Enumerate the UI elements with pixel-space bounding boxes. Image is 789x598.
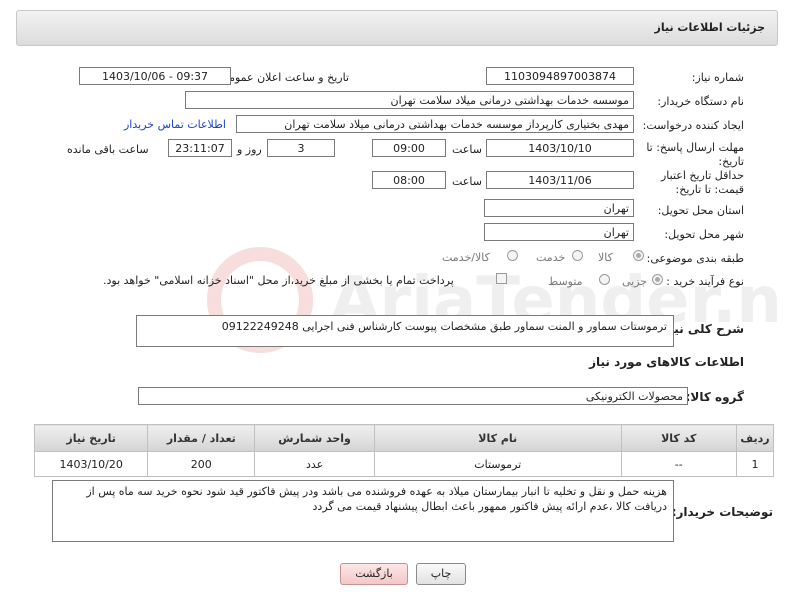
cell-row: 1 [735,451,775,477]
cell-qty: 200 [147,451,256,477]
need-details-page: جزئیات اطلاعات نیاز AriaTender.net شماره… [0,0,789,598]
province-label: استان محل تحویل: [657,204,744,217]
remaining-label: ساعت باقی مانده [67,143,149,156]
price-time-field: 08:00 [372,171,446,189]
process-radio-minor[interactable] [652,274,663,285]
price-date-field: 1403/11/06 [486,171,634,189]
reply-time-label: ساعت [452,143,482,156]
buyer-contact-link[interactable]: اطلاعات تماس خریدار [124,118,226,131]
goods-info-title: اطلاعات کالاهای مورد نیاز [589,355,744,369]
treasury-payment-note: پرداخت تمام یا بخشی از مبلغ خرید،از محل … [103,274,454,287]
price-validity-label: حداقل تاریخ اعتبار قیمت: تا تاریخ: [660,169,744,196]
days-field: 3 [267,139,335,157]
process-label: نوع فرآیند خرید : [666,275,744,288]
reply-date-field: 1403/10/10 [486,139,634,157]
col-row: ردیف [735,424,775,452]
buyer-notes-field: هزینه حمل و نقل و تخلیه تا انبار بیمارست… [52,480,674,542]
days-label: روز و [237,143,262,156]
goods-table: ردیف کد کالا نام کالا واحد شمارش تعداد /… [33,424,775,477]
need-number-field: 1103094897003874 [486,67,634,85]
print-button[interactable]: چاپ [416,563,466,585]
buyer-org-field: موسسه خدمات بهداشتی درمانی میلاد سلامت ت… [185,91,634,109]
cell-unit: عدد [254,451,375,477]
process-radio-medium[interactable] [599,274,610,285]
col-code: کد کالا [620,424,737,452]
page-title: جزئیات اطلاعات نیاز [654,21,766,34]
col-name: نام کالا [373,424,622,452]
category-option-goods: کالا [598,251,613,264]
city-field: تهران [484,223,634,241]
cell-name: ترموستات [373,451,622,477]
category-radio-goods-service[interactable] [507,250,518,261]
category-radio-goods[interactable] [633,250,644,261]
goods-group-label: گروه کالا: [685,390,744,404]
announce-label: تاریخ و ساعت اعلان عمومی: [216,71,349,84]
description-field: ترموستات سماور و المنت سماور طبق مشخصات … [136,315,674,347]
goods-table-header: ردیف کد کالا نام کالا واحد شمارش تعداد /… [33,424,775,452]
col-unit: واحد شمارش [254,424,375,452]
cell-date: 1403/10/20 [33,451,149,477]
col-date: تاریخ نیاز [33,424,149,452]
process-option-medium: متوسط [548,275,583,288]
treasury-payment-checkbox[interactable] [496,273,507,284]
province-field: تهران [484,199,634,217]
announce-field: 1403/10/06 - 09:37 [79,67,231,85]
buyer-notes-label: توضیحات خریدار: [671,505,773,519]
need-number-label: شماره نیاز: [691,71,744,84]
category-option-goods-service: کالا/خدمت [442,251,490,264]
reply-time-field: 09:00 [372,139,446,157]
reply-deadline-label: مهلت ارسال پاسخ: تا تاریخ: [646,141,744,168]
category-radio-service[interactable] [572,250,583,261]
goods-group-field: محصولات الکترونیکی [138,387,688,405]
creator-field: مهدی بختیاری کارپرداز موسسه خدمات بهداشت… [236,115,634,133]
city-label: شهر محل تحویل: [664,228,744,241]
category-label: طبقه بندی موضوعی: [646,252,744,265]
table-row: 1 -- ترموستات عدد 200 1403/10/20 [33,451,775,477]
process-option-minor: جزیی [622,275,648,288]
cell-code: -- [620,451,737,477]
creator-label: ایجاد کننده درخواست: [642,119,744,132]
page-header: جزئیات اطلاعات نیاز [16,10,778,46]
buyer-org-label: نام دستگاه خریدار: [657,95,744,108]
back-button[interactable]: بازگشت [340,563,408,585]
category-option-service: خدمت [536,251,566,264]
price-time-label: ساعت [452,175,482,188]
remaining-time-field: 23:11:07 [168,139,232,157]
col-qty: تعداد / مقدار [147,424,256,452]
